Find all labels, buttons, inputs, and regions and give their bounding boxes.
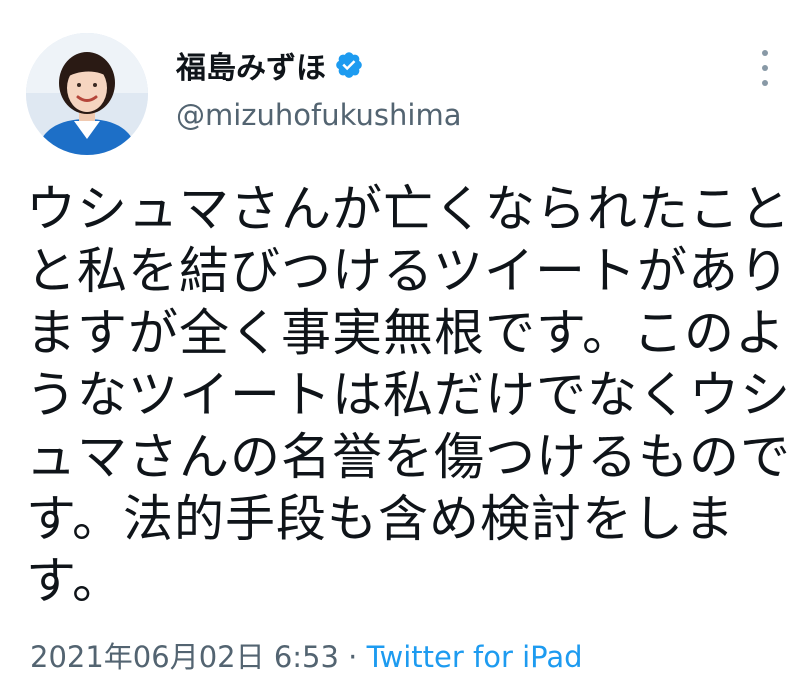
tweet-text-line: す。	[26, 552, 123, 610]
meta-separator: ·	[338, 640, 367, 674]
tweet-text-line: と私を結びつけるツイートがあり	[26, 242, 790, 300]
more-vertical-icon[interactable]	[752, 50, 778, 86]
profile-photo-icon	[26, 33, 148, 155]
tweet-text: ウシュマさんが亡くなられたこと と私を結びつけるツイートがあり ますが全く事実無…	[26, 178, 791, 612]
tweet-text-line: うなツイートは私だけでなくウシ	[26, 366, 791, 424]
tweet-meta: 2021年06月02日 6:53 · Twitter for iPad	[30, 634, 583, 676]
tweet-text-line: ウシュマさんが亡くなられたこと	[26, 180, 791, 238]
tweet-source-link[interactable]: Twitter for iPad	[367, 640, 583, 674]
tweet-text-line: す。法的手段も含め検討をしま	[26, 490, 735, 548]
tweet-card: 福島みずほ @mizuhofukushima ウシュマさんが亡くなられたこと と…	[0, 0, 810, 693]
verified-badge-icon	[334, 50, 364, 80]
tweet-text-line: ますが全く事実無根です。このよ	[26, 304, 786, 362]
user-handle[interactable]: @mizuhofukushima	[176, 98, 461, 132]
display-name[interactable]: 福島みずほ	[176, 43, 326, 87]
avatar[interactable]	[26, 33, 148, 155]
author-name-row: 福島みずほ	[176, 42, 364, 88]
tweet-text-line: ュマさんの名誉を傷つけるもので	[26, 428, 791, 486]
tweet-timestamp[interactable]: 2021年06月02日 6:53	[30, 640, 339, 674]
